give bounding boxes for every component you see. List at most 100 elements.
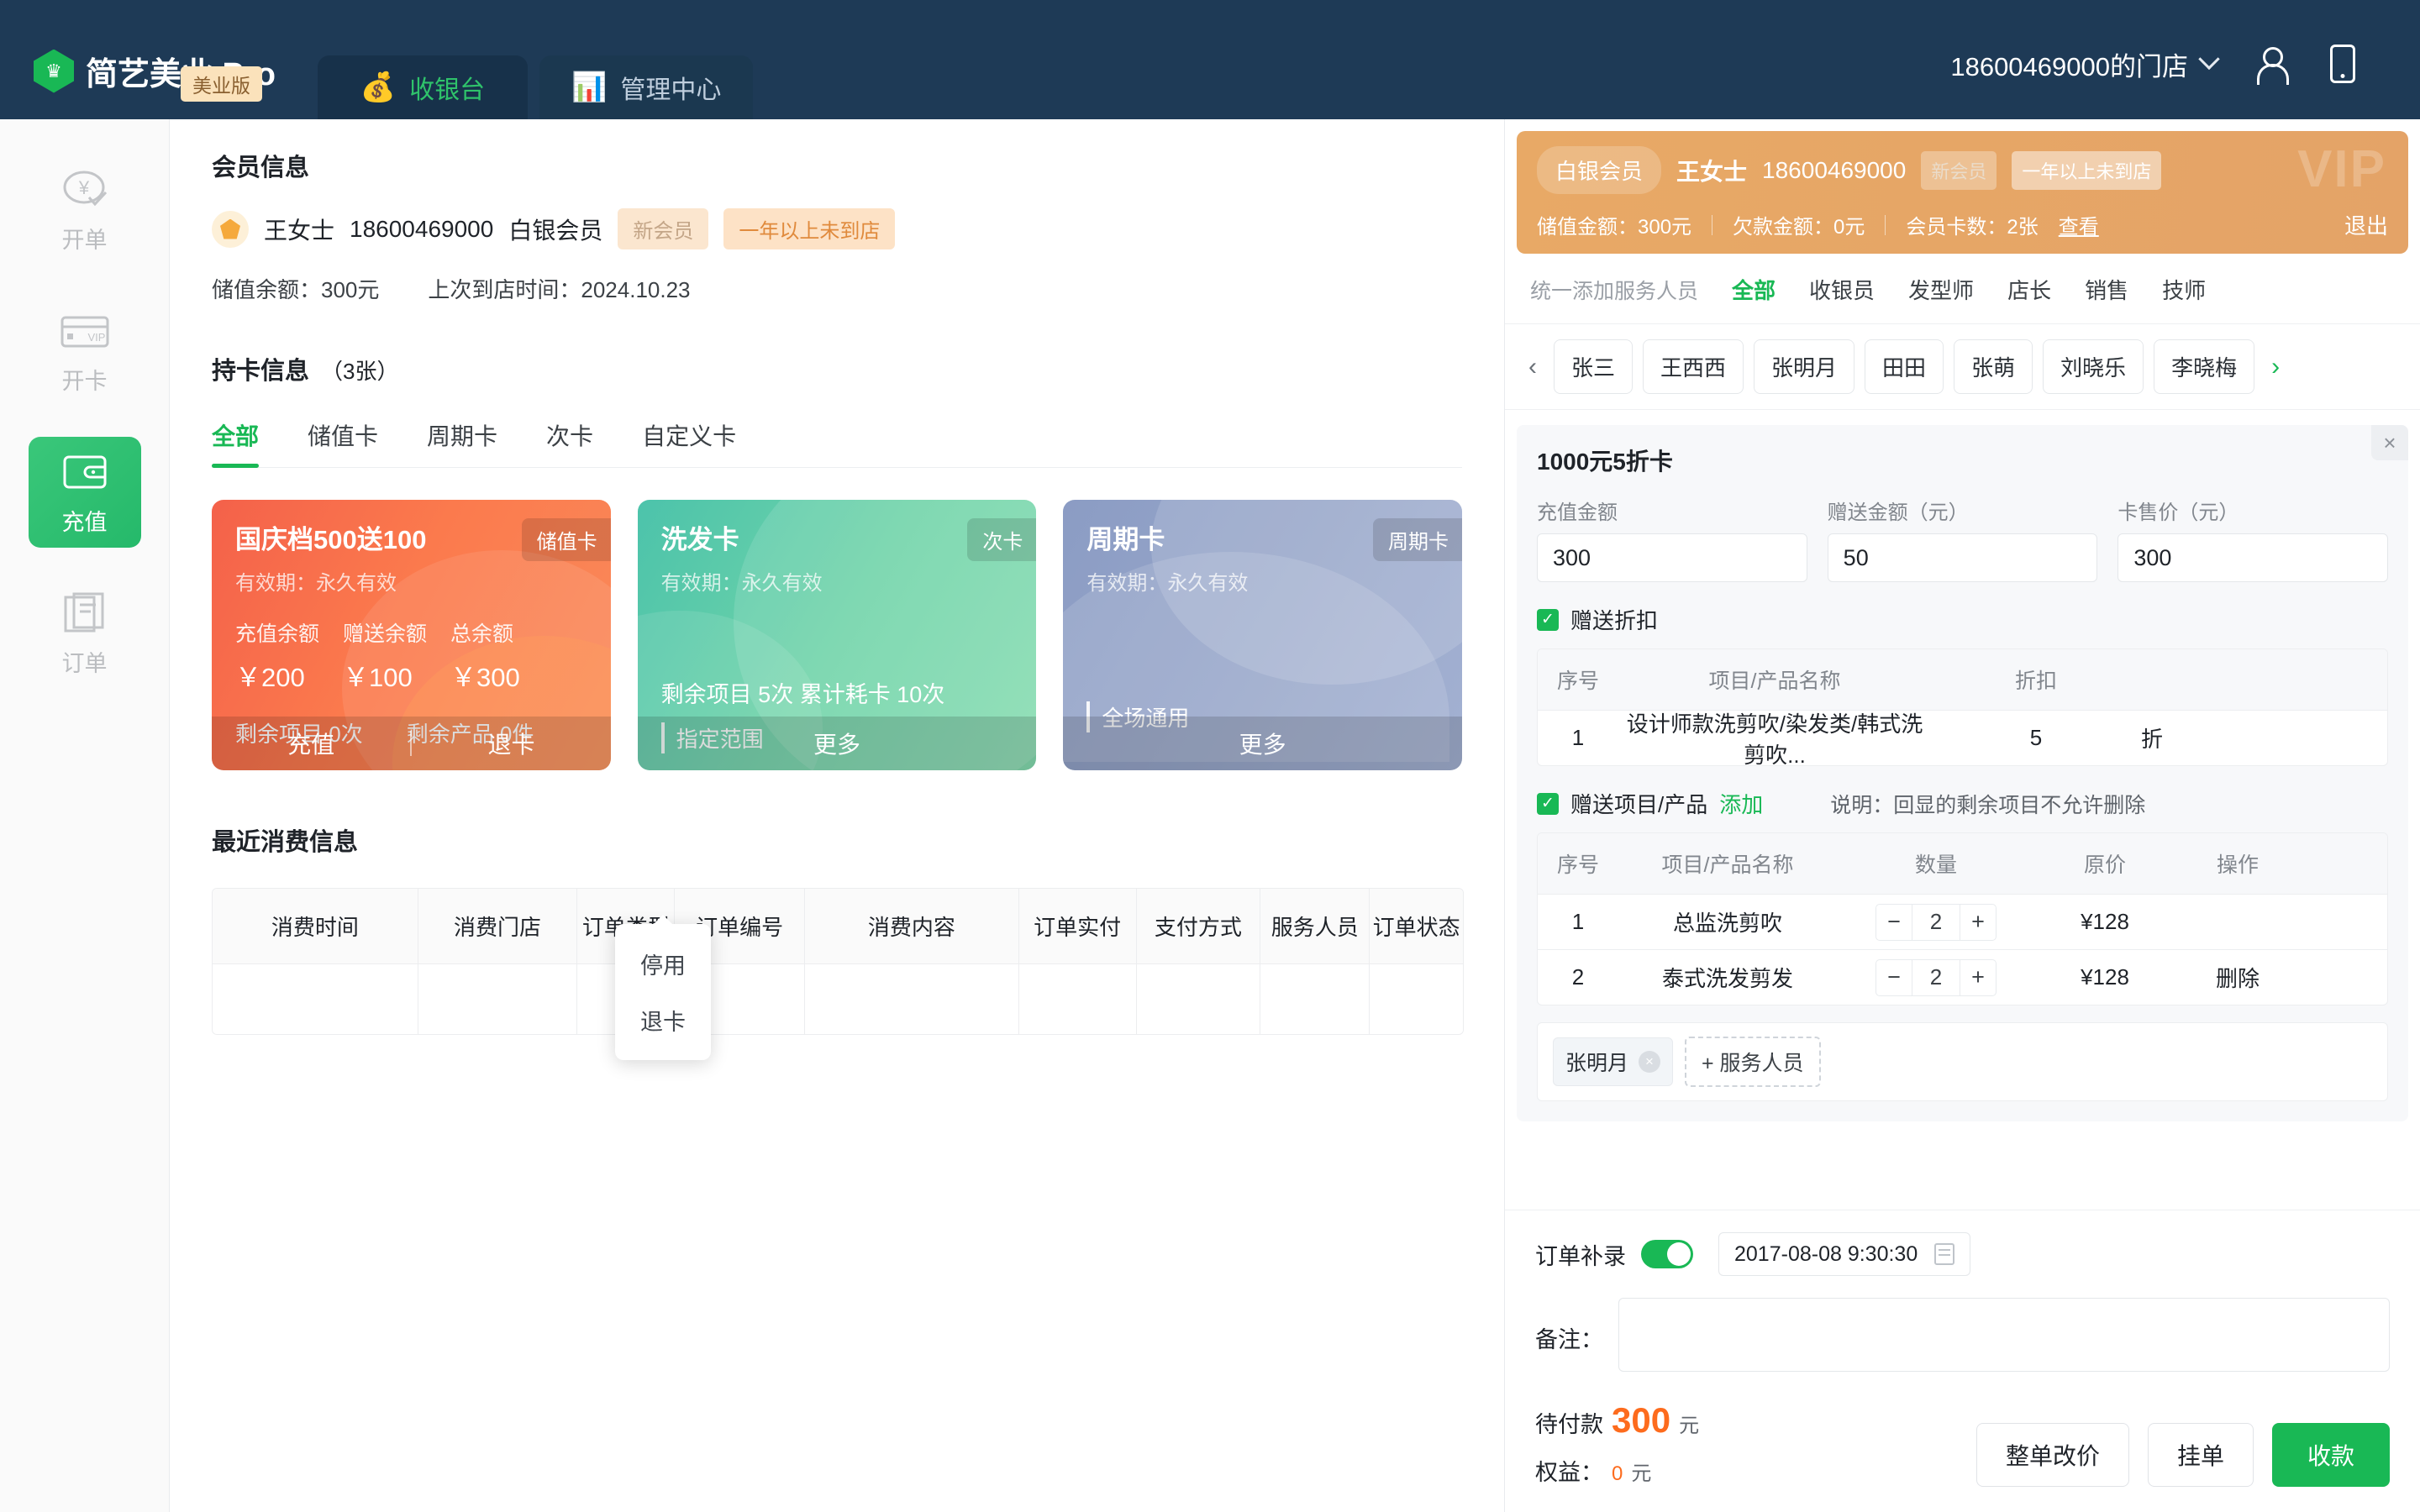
- order-supplement-toggle[interactable]: [1641, 1240, 1693, 1268]
- selected-staff-chip[interactable]: 张明月 ×: [1553, 1037, 1674, 1086]
- staff-tab-technician[interactable]: 技师: [2162, 274, 2206, 305]
- vip-exit-button[interactable]: 退出: [2344, 209, 2388, 240]
- tab-cashier-label: 收银台: [409, 76, 486, 104]
- card-tab-stored[interactable]: 储值卡: [308, 418, 378, 467]
- remark-input[interactable]: [1618, 1298, 2390, 1372]
- card-recharge-button[interactable]: 充值: [212, 727, 410, 760]
- staff-chip[interactable]: 张三: [1554, 339, 1634, 394]
- gift-items-checkbox[interactable]: ✓: [1537, 792, 1559, 815]
- minus-icon[interactable]: −: [1876, 905, 1912, 940]
- user-account-button[interactable]: [2252, 44, 2289, 85]
- chevron-right-icon[interactable]: ›: [2265, 353, 2286, 381]
- add-service-staff-button[interactable]: + 服务人员: [1685, 1037, 1821, 1087]
- balance-value: ￥100: [343, 663, 413, 692]
- cards-section-title: 持卡信息: [212, 358, 310, 385]
- staff-add-hint: 统一添加服务人员: [1530, 279, 1699, 303]
- member-tag-inactive: 一年以上未到店: [723, 208, 896, 249]
- balance-label: 总余额: [450, 622, 514, 646]
- card-more-button[interactable]: 更多: [638, 727, 1037, 760]
- column-header: 项目/产品名称: [1661, 853, 1794, 877]
- staff-chip[interactable]: 李晓梅: [2154, 339, 2255, 394]
- field-label: 赠送金额（元）: [1827, 501, 1969, 524]
- sidebar-item-open-card-label: 开卡: [61, 368, 108, 394]
- table-cell: [418, 963, 578, 1034]
- minus-icon[interactable]: −: [1876, 960, 1912, 995]
- row-qty-cell: − 2 +: [1837, 903, 2035, 941]
- recent-consumption-title: 最近消费信息: [212, 829, 359, 856]
- card-balance-row: 充值余额 ￥200 赠送余额 ￥100 总余额 ￥300: [235, 617, 587, 694]
- phone-icon: [2330, 45, 2355, 83]
- sidebar-item-recharge[interactable]: 充值: [28, 437, 141, 548]
- svg-text:¥: ¥: [77, 177, 89, 198]
- sidebar-item-orders[interactable]: 订单: [29, 578, 141, 689]
- card-detail-title: 1000元5折卡: [1537, 449, 1673, 475]
- balance-col: 充值余额 ￥200: [235, 617, 343, 694]
- vip-view-link[interactable]: 查看: [2059, 210, 2099, 239]
- order-datetime-input[interactable]: 2017-08-08 9:30:30: [1718, 1232, 1971, 1276]
- collect-payment-button[interactable]: 收款: [2271, 1423, 2390, 1487]
- order-supplement-label: 订单补录: [1535, 1243, 1626, 1269]
- sidebar-item-orders-label: 订单: [61, 650, 108, 676]
- sidebar-item-open-card[interactable]: VIP 开卡: [29, 296, 141, 407]
- staff-chip[interactable]: 田田: [1865, 339, 1944, 394]
- gift-discount-checkbox[interactable]: ✓: [1537, 608, 1559, 631]
- mobile-app-button[interactable]: [2324, 44, 2361, 84]
- card-period[interactable]: 周期卡 周期卡 有效期：永久有效 全场通用 更多: [1063, 500, 1463, 770]
- hold-order-button[interactable]: 挂单: [2147, 1423, 2254, 1487]
- card-price-input[interactable]: 300: [2118, 533, 2389, 582]
- staff-tab-stylist[interactable]: 发型师: [1908, 274, 1974, 305]
- staff-chip[interactable]: 张明月: [1754, 339, 1855, 394]
- staff-tab-all[interactable]: 全部: [1732, 274, 1776, 305]
- tab-management[interactable]: 📊 管理中心: [539, 55, 754, 119]
- payable-amount: 300: [1612, 1400, 1671, 1440]
- card-refund-button[interactable]: 退卡: [412, 727, 610, 760]
- gift-items-table: 序号 项目/产品名称 数量 原价 操作 1 总监洗剪吹 − 2 + ¥128 2…: [1537, 832, 2388, 1005]
- chevron-down-icon: [2198, 48, 2220, 71]
- row-discount-value[interactable]: 5: [1931, 725, 2141, 751]
- gift-amount-input[interactable]: 50: [1827, 533, 2098, 582]
- card-tab-period[interactable]: 周期卡: [427, 418, 497, 467]
- quantity-value[interactable]: 2: [1912, 959, 1960, 995]
- card-tab-all[interactable]: 全部: [212, 418, 260, 468]
- menu-item-refund-card[interactable]: 退卡: [615, 992, 711, 1048]
- recharge-amount-input[interactable]: 300: [1537, 533, 1807, 582]
- field-gift-amount: 赠送金额（元） 50: [1827, 496, 2098, 582]
- column-header: 数量: [1914, 853, 1957, 877]
- vip-stored-amount: 储值金额：300元: [1537, 216, 1692, 239]
- table-header-row: 消费时间 消费门店 订单类型 订单编号 消费内容 订单实付 支付方式 服务人员 …: [213, 889, 1463, 963]
- staff-chip[interactable]: 王西西: [1643, 339, 1744, 394]
- card-times[interactable]: 次卡 洗发卡 有效期：永久有效 剩余项目 5次 累计耗卡 10次 指定范围 更多: [637, 500, 1037, 770]
- card-tab-custom[interactable]: 自定义卡: [642, 418, 736, 467]
- tab-cashier[interactable]: 💰 收银台: [318, 55, 528, 119]
- remark-label: 备注：: [1535, 1327, 1603, 1352]
- close-icon[interactable]: ×: [2371, 425, 2408, 460]
- card-stored-value[interactable]: 储值卡 国庆档500送100 有效期：永久有效 充值余额 ￥200 赠送余额 ￥…: [212, 500, 611, 770]
- staff-chip[interactable]: 张萌: [1954, 339, 2033, 394]
- order-supplement-row: 订单补录 2017-08-08 9:30:30: [1535, 1232, 2390, 1276]
- plus-icon[interactable]: +: [1960, 960, 1996, 995]
- app-root: ♛ 简艺美业 Pro 美业版 💰 收银台 📊 管理中心 18600469000的…: [0, 0, 2420, 1512]
- plus-icon[interactable]: +: [1960, 905, 1996, 940]
- menu-item-disable[interactable]: 停用: [615, 936, 711, 992]
- staff-tab-cashier[interactable]: 收银员: [1809, 274, 1875, 305]
- gift-items-add-link[interactable]: 添加: [1719, 788, 1763, 819]
- main-content: 会员信息 王女士 18600469000 白银会员 新会员 一年以上未到店 储值…: [170, 119, 1504, 1512]
- crown-logo-icon: ♛: [34, 49, 74, 93]
- sidebar-item-order[interactable]: ¥ 开单: [29, 155, 141, 265]
- staff-tab-manager[interactable]: 店长: [2007, 274, 2051, 305]
- card-tab-times[interactable]: 次卡: [546, 418, 593, 467]
- svg-text:VIP: VIP: [87, 331, 105, 344]
- store-selector[interactable]: 18600469000的门店: [1950, 45, 2220, 83]
- sidebar-item-recharge-label: 充值: [61, 509, 108, 535]
- row-delete-button[interactable]: 删除: [2175, 962, 2301, 993]
- staff-tab-sales[interactable]: 销售: [2085, 274, 2128, 305]
- card-more-button[interactable]: 更多: [1063, 727, 1462, 760]
- remove-chip-icon[interactable]: ×: [1639, 1051, 1661, 1073]
- calendar-icon: [1934, 1243, 1955, 1265]
- column-header: 序号: [1556, 853, 1599, 877]
- staff-chip[interactable]: 刘晓乐: [2043, 339, 2144, 394]
- change-price-button[interactable]: 整单改价: [1975, 1423, 2129, 1487]
- chevron-left-icon[interactable]: ‹: [1522, 353, 1544, 381]
- quantity-value[interactable]: 2: [1912, 904, 1960, 940]
- benefit-label: 权益：: [1535, 1460, 1603, 1485]
